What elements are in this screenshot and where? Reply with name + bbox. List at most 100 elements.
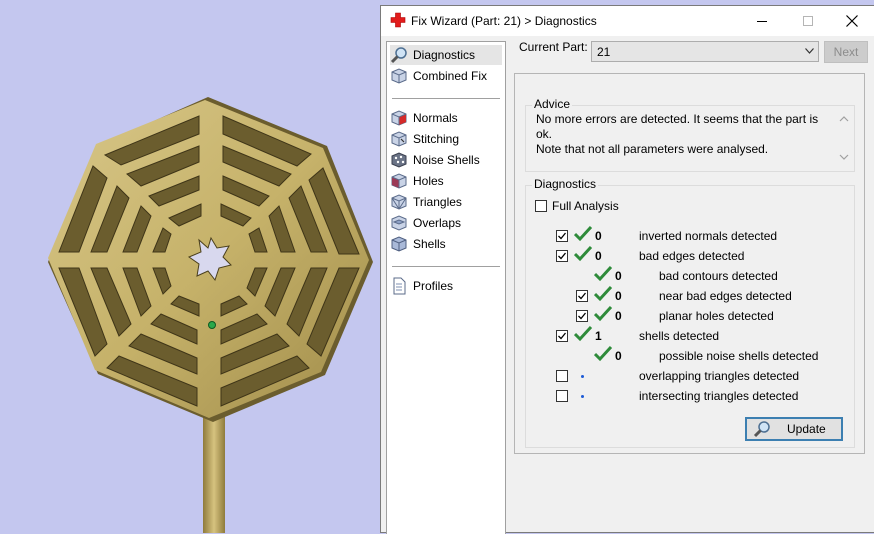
profile-document-icon	[393, 277, 406, 295]
green-check-icon	[574, 246, 592, 262]
checkbox-tick-icon	[578, 312, 587, 320]
checkbox-tick-icon	[558, 252, 567, 260]
sidebar-item-normals[interactable]: Normals	[390, 108, 502, 128]
bad-edges-count: 0	[595, 249, 602, 263]
current-part-value: 21	[597, 45, 611, 59]
shells-checkbox[interactable]	[556, 330, 568, 342]
sidebar-item-stitching[interactable]: Stitching	[390, 129, 502, 149]
sidebar-item-label: Noise Shells	[413, 153, 480, 167]
green-check-icon	[594, 346, 612, 362]
green-check-icon	[574, 226, 592, 242]
green-check-icon	[594, 306, 612, 322]
shells-count: 1	[595, 329, 602, 343]
overlapping-triangles-checkbox[interactable]	[556, 370, 568, 382]
green-check-icon	[594, 266, 612, 282]
red-cross-icon	[390, 12, 406, 28]
normals-cube-icon	[391, 110, 407, 126]
sidebar-divider	[392, 266, 500, 267]
fix-wizard-window: Fix Wizard (Part: 21) > Diagnostics Diag…	[380, 5, 874, 534]
window-title: Fix Wizard (Part: 21) > Diagnostics	[411, 14, 597, 28]
update-button[interactable]: Update	[745, 417, 843, 441]
shells-label: shells detected	[639, 329, 720, 343]
stitching-cube-icon	[391, 131, 407, 147]
advice-scrollbar[interactable]	[837, 112, 851, 164]
cube-icon	[391, 68, 407, 84]
minimize-button[interactable]	[739, 6, 785, 36]
sidebar-item-label: Shells	[413, 237, 446, 251]
checkbox-tick-icon	[578, 292, 587, 300]
advice-group: Advice No more errors are detected. It s…	[525, 97, 855, 172]
maximize-button[interactable]	[785, 6, 831, 36]
diagnostics-panel: Advice No more errors are detected. It s…	[514, 73, 865, 454]
sidebar-item-overlaps[interactable]: Overlaps	[390, 213, 502, 233]
bad-edges-checkbox[interactable]	[556, 250, 568, 262]
full-analysis-checkbox[interactable]	[535, 200, 547, 212]
pending-dot-icon	[581, 395, 584, 398]
sidebar-item-label: Overlaps	[413, 216, 462, 230]
shells-cube-icon	[391, 236, 407, 252]
spiderweb-part-model	[48, 97, 373, 533]
noise-shells-count: 0	[615, 349, 622, 363]
green-check-icon	[574, 326, 592, 342]
sidebar-item-combined-fix[interactable]: Combined Fix	[390, 66, 502, 86]
overlapping-triangles-label: overlapping triangles detected	[639, 369, 800, 383]
sidebar-item-label: Holes	[413, 174, 444, 188]
near-bad-edges-checkbox[interactable]	[576, 290, 588, 302]
sidebar-item-label: Combined Fix	[413, 69, 488, 83]
current-part-label: Current Part:	[519, 40, 588, 54]
minimize-icon	[757, 21, 767, 22]
advice-line: Note that not all parameters were analys…	[536, 142, 769, 156]
bad-contours-label: bad contours detected	[659, 269, 778, 283]
bad-edges-label: bad edges detected	[639, 249, 745, 263]
near-bad-edges-count: 0	[615, 289, 622, 303]
magnifier-icon	[390, 47, 407, 64]
inverted-normals-checkbox[interactable]	[556, 230, 568, 242]
sidebar-item-label: Profiles	[413, 279, 454, 293]
noise-shells-icon	[391, 152, 407, 168]
inverted-normals-count: 0	[595, 229, 602, 243]
close-icon	[846, 15, 858, 27]
pending-dot-icon	[581, 375, 584, 378]
planar-holes-checkbox[interactable]	[576, 310, 588, 322]
3d-viewport[interactable]	[0, 0, 380, 533]
sidebar-item-noise-shells[interactable]: Noise Shells	[390, 150, 502, 170]
intersecting-triangles-label: intersecting triangles detected	[639, 389, 799, 403]
sidebar-item-diagnostics[interactable]: Diagnostics	[390, 45, 502, 65]
sidebar-item-holes[interactable]: Holes	[390, 171, 502, 191]
advice-line: No more errors are detected. It seems th…	[536, 112, 819, 141]
sidebar-item-profiles[interactable]: Profiles	[390, 276, 502, 296]
planar-holes-label: planar holes detected	[659, 309, 774, 323]
holes-cube-icon	[391, 173, 407, 189]
overlaps-cube-icon	[391, 215, 407, 231]
sidebar-item-label: Stitching	[413, 132, 460, 146]
sidebar-item-label: Triangles	[413, 195, 462, 209]
intersecting-triangles-checkbox[interactable]	[556, 390, 568, 402]
noise-shells-label: possible noise shells detected	[659, 349, 819, 363]
advice-text: No more errors are detected. It seems th…	[528, 112, 834, 166]
advice-title: Advice	[532, 97, 573, 111]
inverted-normals-label: inverted normals detected	[639, 229, 778, 243]
current-part-dropdown[interactable]: 21	[591, 41, 819, 62]
near-bad-edges-label: near bad edges detected	[659, 289, 792, 303]
checkbox-tick-icon	[558, 332, 567, 340]
close-button[interactable]	[829, 6, 874, 36]
checkbox-tick-icon	[558, 232, 567, 240]
sidebar-item-label: Diagnostics	[413, 48, 476, 62]
triangles-cube-icon	[391, 194, 407, 210]
maximize-icon	[803, 16, 813, 26]
bad-contours-count: 0	[615, 269, 622, 283]
planar-holes-count: 0	[615, 309, 622, 323]
sidebar-item-shells[interactable]: Shells	[390, 234, 502, 254]
sidebar-item-triangles[interactable]: Triangles	[390, 192, 502, 212]
next-button[interactable]: Next	[824, 41, 868, 63]
green-check-icon	[594, 286, 612, 302]
sidebar-divider	[392, 98, 500, 99]
chevron-down-icon	[805, 48, 814, 54]
diagnostics-title: Diagnostics	[532, 177, 599, 191]
magnifier-icon	[753, 421, 770, 438]
title-bar[interactable]: Fix Wizard (Part: 21) > Diagnostics	[381, 6, 874, 36]
sidebar-item-label: Normals	[413, 111, 458, 125]
diagnostics-group: Diagnostics Full Analysis 0 inverted nor…	[525, 177, 855, 448]
fix-wizard-sidebar: Diagnostics Combined Fix Normals Stitchi…	[386, 41, 506, 534]
update-button-label: Update	[787, 422, 826, 436]
